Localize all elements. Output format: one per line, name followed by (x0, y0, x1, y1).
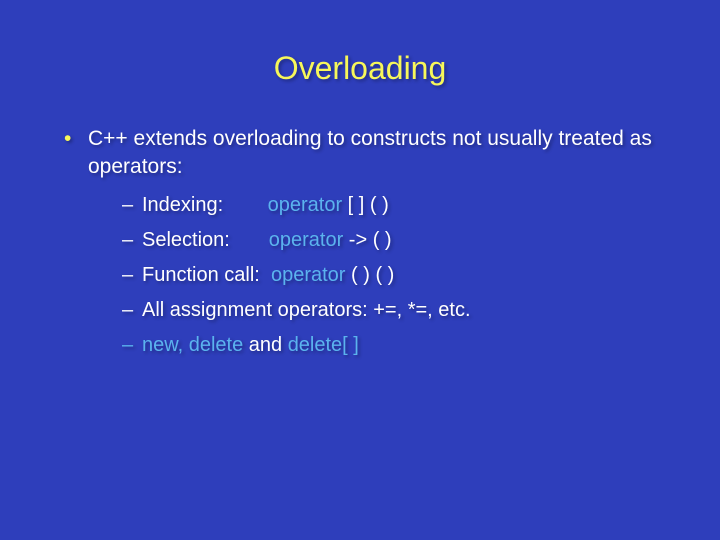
sub-assignment: All assignment operators: +=, *=, etc. (122, 297, 670, 324)
sub-selection: Selection: operator -> ( ) (122, 227, 670, 254)
sub-newdelete: new, delete and delete[ ] (122, 332, 670, 359)
keyword-newdelete: new, delete (142, 334, 243, 356)
sub-bullet-list: Indexing: operator [ ] ( ) Selection: op… (88, 192, 670, 359)
slide-title: Overloading (50, 50, 670, 87)
sub-functioncall: Function call: operator ( ) ( ) (122, 262, 670, 289)
sub-indexing-sig: [ ] ( ) (342, 194, 389, 216)
sub-newdelete-mid: and (243, 334, 287, 356)
sub-assignment-text: All assignment operators: +=, *=, etc. (142, 299, 471, 321)
keyword-operator: operator (269, 229, 344, 251)
bullet-main: C++ extends overloading to constructs no… (64, 125, 670, 359)
keyword-deletebrackets: delete[ ] (288, 334, 359, 356)
keyword-operator: operator (271, 264, 346, 286)
bullet-main-text: C++ extends overloading to constructs no… (88, 127, 652, 178)
sub-indexing-label: Indexing: (142, 194, 223, 216)
main-bullet-list: C++ extends overloading to constructs no… (50, 125, 670, 359)
sub-selection-sig: -> ( ) (343, 229, 391, 251)
keyword-operator: operator (268, 194, 343, 216)
sub-functioncall-sig: ( ) ( ) (345, 264, 394, 286)
sub-indexing: Indexing: operator [ ] ( ) (122, 192, 670, 219)
sub-functioncall-label: Function call: (142, 264, 260, 286)
sub-selection-label: Selection: (142, 229, 230, 251)
slide: Overloading C++ extends overloading to c… (0, 0, 720, 540)
